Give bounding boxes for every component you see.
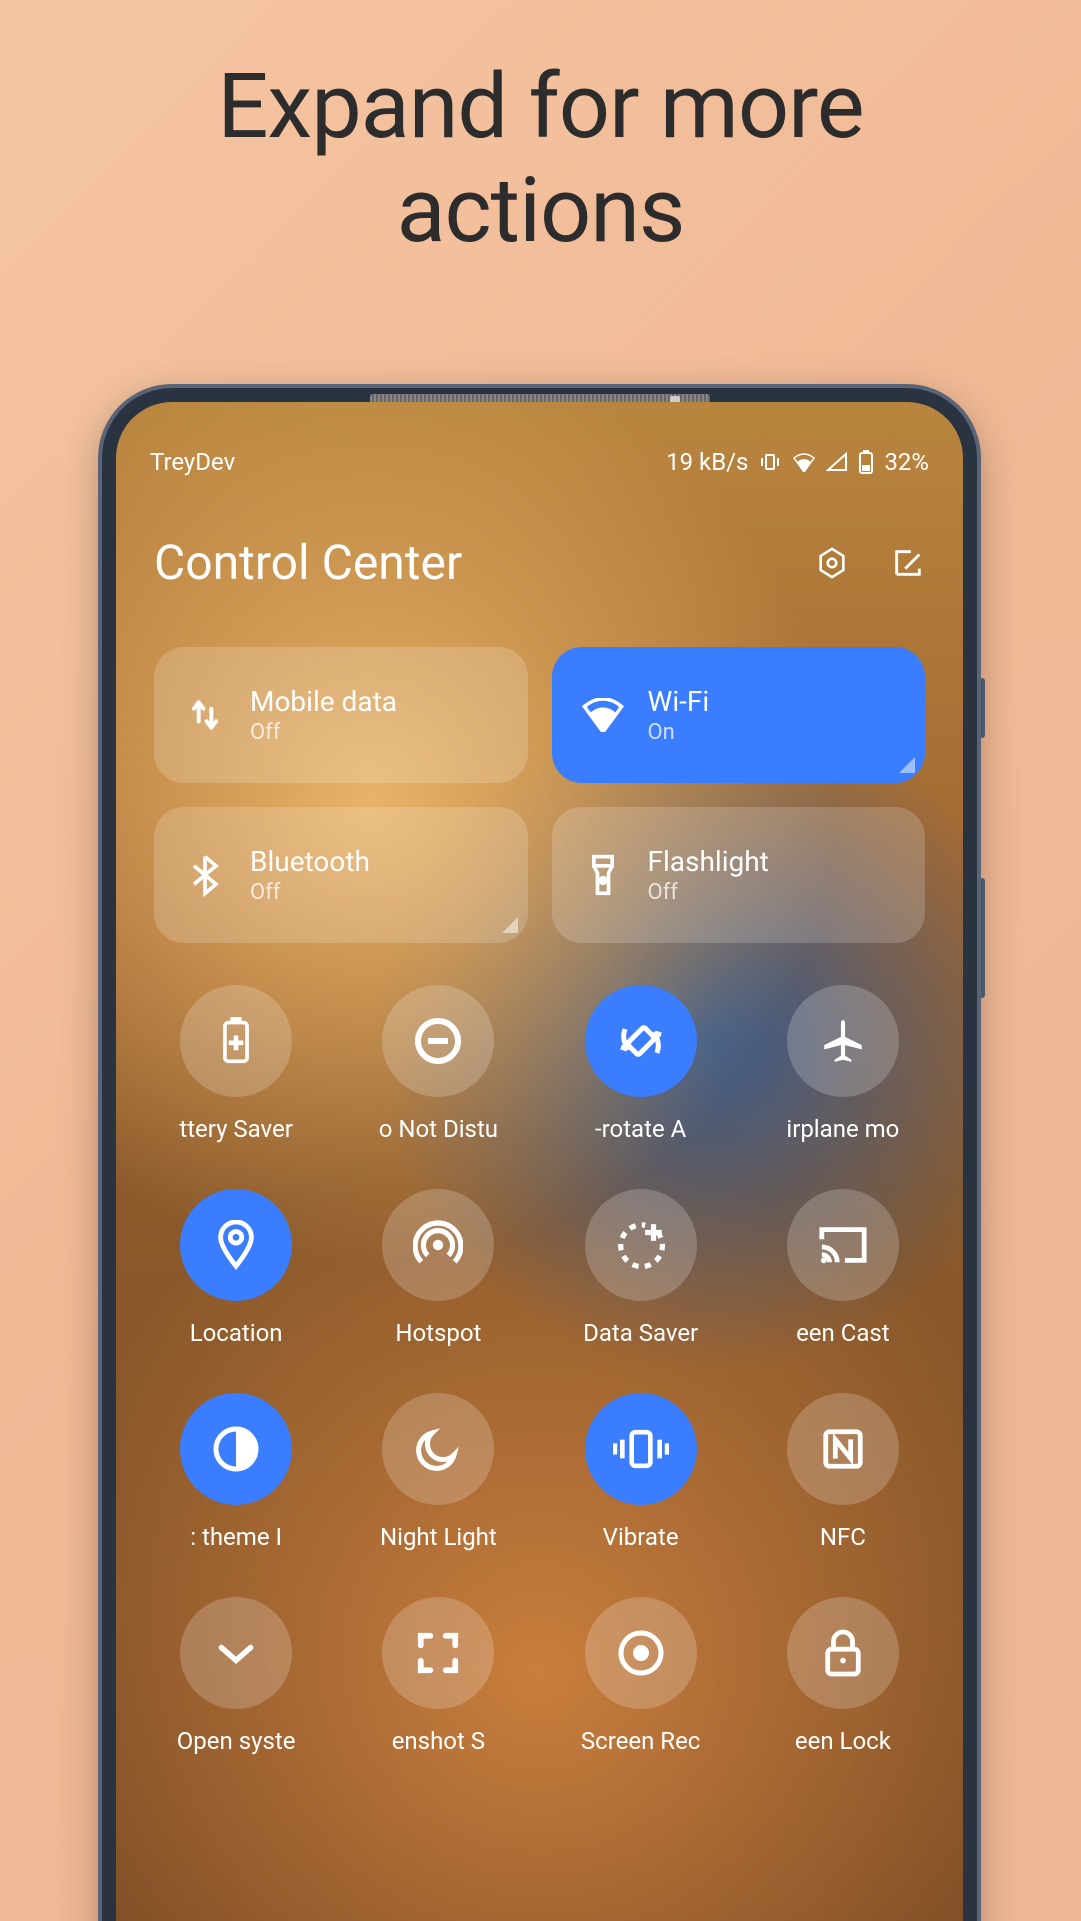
battery-saver-icon [180, 985, 292, 1097]
tile-auto-rotate[interactable]: -rotate A [563, 985, 719, 1143]
tile-dnd[interactable]: o Not Distu [360, 985, 516, 1143]
tile-label: o Not Distu [379, 1115, 498, 1143]
tile-label: -rotate A [595, 1115, 686, 1143]
wifi-icon [580, 698, 626, 732]
network-speed: 19 kB/s [666, 448, 748, 476]
tile-vibrate[interactable]: Vibrate [563, 1393, 719, 1551]
tile-label: enshot S [392, 1727, 485, 1755]
tile-label: Open syste [177, 1727, 296, 1755]
tile-screen-lock[interactable]: een Lock [765, 1597, 921, 1755]
promo-headline-line1: Expand for more [217, 54, 863, 159]
dark-theme-icon [180, 1393, 292, 1505]
screenshot-icon [382, 1597, 494, 1709]
data-saver-icon [585, 1189, 697, 1301]
control-center-header: Control Center [116, 476, 963, 591]
tile-label: Bluetooth [250, 845, 370, 878]
tile-label: : theme I [190, 1523, 282, 1551]
screen-record-icon [585, 1597, 697, 1709]
location-icon [180, 1189, 292, 1301]
tile-label: een Lock [795, 1727, 891, 1755]
promo-headline-line2: actions [397, 158, 685, 263]
screen-cast-icon [787, 1189, 899, 1301]
tile-label: Vibrate [603, 1523, 679, 1551]
battery-percent: 32% [884, 448, 929, 476]
dnd-icon [382, 985, 494, 1097]
vibrate-icon [585, 1393, 697, 1505]
tile-status: Off [648, 880, 769, 905]
edit-button[interactable] [891, 546, 925, 580]
tile-label: een Cast [796, 1319, 890, 1347]
tile-label: irplane mo [786, 1115, 899, 1143]
night-light-icon [382, 1393, 494, 1505]
auto-rotate-icon [585, 985, 697, 1097]
phone-mockup: TreyDev 19 kB/s [102, 388, 977, 1921]
tile-status: Off [250, 720, 397, 745]
bluetooth-icon [182, 853, 228, 897]
wifi-icon [792, 452, 816, 472]
tile-open-system[interactable]: Open syste [158, 1597, 314, 1755]
battery-icon [858, 450, 874, 474]
carrier-label: TreyDev [150, 448, 235, 476]
tile-battery-saver[interactable]: ttery Saver [158, 985, 314, 1143]
tile-data-saver[interactable]: Data Saver [563, 1189, 719, 1347]
status-bar: TreyDev 19 kB/s [116, 402, 963, 476]
tile-status: On [648, 720, 710, 745]
tile-screen-cast[interactable]: een Cast [765, 1189, 921, 1347]
flashlight-icon [580, 853, 626, 897]
tile-bluetooth[interactable]: BluetoothOff [154, 807, 528, 943]
tile-dark-theme[interactable]: : theme I [158, 1393, 314, 1551]
tile-label: Location [190, 1319, 283, 1347]
tile-hotspot[interactable]: Hotspot [360, 1189, 516, 1347]
tile-nfc[interactable]: NFC [765, 1393, 921, 1551]
hotspot-icon [382, 1189, 494, 1301]
tile-airplane[interactable]: irplane mo [765, 985, 921, 1143]
tile-label: Flashlight [648, 845, 769, 878]
tile-status: Off [250, 880, 370, 905]
tile-mobile-data[interactable]: Mobile dataOff [154, 647, 528, 783]
airplane-icon [787, 985, 899, 1097]
tile-screenshot[interactable]: enshot S [360, 1597, 516, 1755]
promo-headline: Expand for more actions [0, 0, 1081, 262]
mobile-data-icon [182, 696, 228, 734]
screen-lock-icon [787, 1597, 899, 1709]
tile-label: Wi-Fi [648, 685, 710, 718]
tile-flashlight[interactable]: FlashlightOff [552, 807, 926, 943]
nfc-icon [787, 1393, 899, 1505]
tile-label: Hotspot [395, 1319, 481, 1347]
phone-screen: TreyDev 19 kB/s [116, 402, 963, 1921]
page-title: Control Center [154, 534, 462, 591]
signal-icon [826, 452, 848, 472]
tile-label: ttery Saver [179, 1115, 293, 1143]
tile-wifi[interactable]: Wi-FiOn [552, 647, 926, 783]
tile-label: Screen Rec [581, 1727, 700, 1755]
tile-location[interactable]: Location [158, 1189, 314, 1347]
expand-corner-icon [899, 757, 915, 773]
expand-corner-icon [502, 917, 518, 933]
tile-screen-record[interactable]: Screen Rec [563, 1597, 719, 1755]
vibrate-icon [758, 450, 782, 474]
open-system-icon [180, 1597, 292, 1709]
tile-label: Mobile data [250, 685, 397, 718]
settings-button[interactable] [815, 546, 849, 580]
tile-night-light[interactable]: Night Light [360, 1393, 516, 1551]
tile-label: NFC [820, 1523, 866, 1551]
tile-label: Data Saver [583, 1319, 698, 1347]
tile-label: Night Light [380, 1523, 497, 1551]
